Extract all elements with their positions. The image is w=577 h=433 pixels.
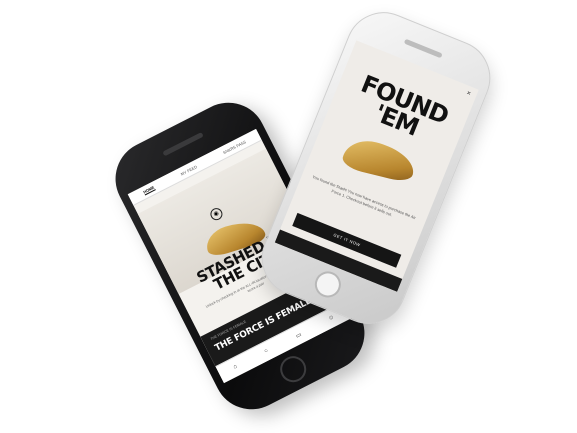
silver-iphone: × FOUND 'EM You found the Stash! You now… [250,0,502,336]
home-button[interactable] [310,267,345,302]
home-icon[interactable]: ⌂ [232,364,238,371]
found-headline: FOUND 'EM [357,69,453,142]
earpiece-speaker [403,38,443,59]
gold-sneaker-image [340,135,419,184]
location-pin-icon: ◉ [208,206,225,223]
profile-icon[interactable]: ☺ [327,314,335,322]
tab-snkrs-pass[interactable]: SNKRS PASS [222,139,247,155]
silver-phone-screen: × FOUND 'EM You found the Stash! You now… [274,40,479,292]
close-icon[interactable]: × [465,90,471,98]
search-icon[interactable]: ○ [263,348,269,355]
tab-my-feed[interactable]: MY FEED [180,164,198,176]
found-description: You found the Stash! You now have access… [311,174,417,221]
earpiece-speaker [162,131,204,157]
home-button[interactable] [275,351,311,387]
inbox-icon[interactable]: ▭ [294,331,303,340]
tab-home[interactable]: HOME [142,184,156,196]
